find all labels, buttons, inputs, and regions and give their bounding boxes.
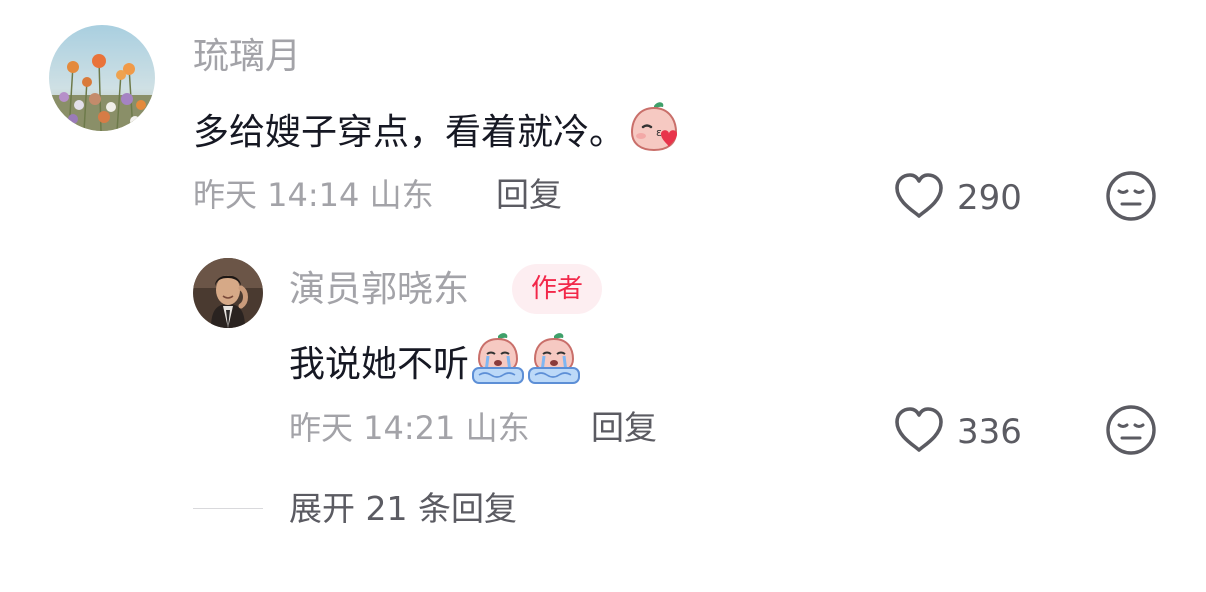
heart-outline-icon	[893, 406, 945, 458]
crying-peach-emoji-icon	[527, 332, 581, 398]
author-badge: 作者	[512, 264, 603, 314]
comment-like-button[interactable]: 290	[893, 172, 1022, 224]
comment-like-count: 290	[957, 178, 1022, 218]
commenter-username[interactable]: 琉璃月	[193, 35, 301, 79]
author-username[interactable]: 演员郭晓东	[289, 268, 469, 312]
crying-peach-emoji-icon	[471, 332, 525, 398]
comment-text-line: 多给嫂子穿点，看着就冷。 ε	[193, 100, 681, 166]
reply-like-count: 336	[957, 412, 1022, 452]
reply-time-location: 昨天 14:21 山东	[289, 409, 530, 447]
heart-outline-icon	[893, 172, 945, 224]
blushing-kiss-peach-emoji-icon: ε	[627, 100, 681, 166]
comment-time-location: 昨天 14:14 山东	[193, 176, 434, 214]
comment-dislike-icon[interactable]	[1105, 170, 1157, 226]
comment-text: 多给嫂子穿点，看着就冷。	[193, 112, 626, 153]
comment-reply-button[interactable]: 回复	[496, 175, 562, 215]
reply-dislike-icon[interactable]	[1105, 404, 1157, 460]
reply-text-line: 我说她不听	[289, 332, 581, 398]
author-avatar[interactable]	[193, 258, 263, 328]
commenter-avatar[interactable]	[49, 25, 155, 131]
reply-text: 我说她不听	[289, 344, 470, 385]
svg-text:ε: ε	[656, 126, 662, 139]
expand-replies-button[interactable]: 展开 21 条回复	[289, 488, 517, 530]
reply-like-button[interactable]: 336	[893, 406, 1022, 458]
expand-divider	[193, 508, 263, 509]
reply-reply-button[interactable]: 回复	[591, 408, 657, 448]
